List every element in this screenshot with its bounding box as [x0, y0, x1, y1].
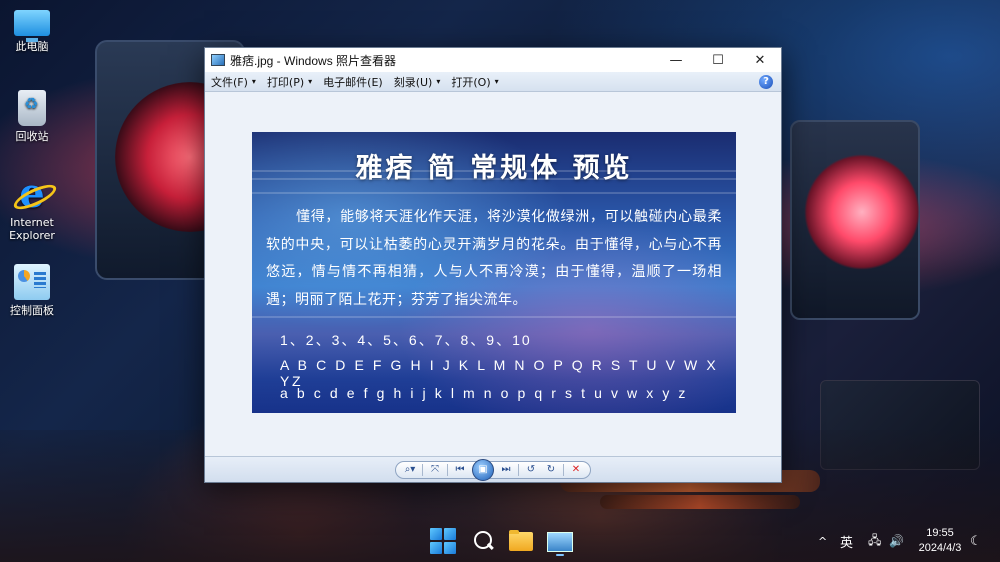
control-panel-icon: [14, 264, 50, 300]
taskbar: ^ 英 🖧 🔊 19:55 2024/4/3 ☾: [0, 520, 1000, 562]
minimize-button[interactable]: —: [655, 48, 697, 72]
chevron-down-icon: ▾: [436, 77, 441, 86]
recycle-bin-icon: [18, 90, 46, 126]
clock-time: 19:55: [926, 527, 954, 539]
help-icon[interactable]: ?: [759, 74, 773, 89]
menu-file[interactable]: 文件(F) ▾: [211, 74, 256, 90]
image-lowercase-text: a b c d e f g h i j k l m n o p q r s t …: [280, 385, 689, 401]
photo-viewer-taskbar-icon[interactable]: [546, 528, 573, 556]
windows-logo-tile: [430, 528, 442, 540]
close-button[interactable]: ✕: [739, 48, 781, 72]
toolbar-divider: [447, 463, 448, 476]
menu-label: 打开(O): [451, 75, 491, 89]
internet-explorer-icon: e: [14, 174, 50, 214]
previous-icon[interactable]: ⏮: [452, 464, 468, 475]
window-title: 雅痞.jpg - Windows 照片查看器: [230, 53, 397, 68]
show-hidden-icons-chevron-icon[interactable]: ^: [818, 520, 827, 562]
title-bar[interactable]: 雅痞.jpg - Windows 照片查看器 — ☐ ✕: [205, 48, 781, 72]
displayed-image: 雅痞 简 常规体 预览 懂得，能够将天涯化作天涯，将沙漠化做绿洲，可以触碰内心最…: [252, 132, 736, 413]
clock-date: 2024/4/3: [918, 542, 962, 554]
windows-logo-tile: [430, 542, 442, 554]
input-method-indicator[interactable]: 英: [840, 520, 853, 562]
notification-moon-icon[interactable]: ☾: [970, 520, 982, 562]
image-streak: [252, 316, 736, 318]
actual-size-icon[interactable]: ⤧: [427, 464, 443, 475]
menu-open[interactable]: 打开(O) ▾: [451, 74, 498, 90]
toolbar-divider: [563, 463, 564, 476]
desktop-icon-label: 控制面板: [10, 304, 54, 317]
menu-burn[interactable]: 刻录(U) ▾: [394, 74, 441, 90]
chevron-down-icon: ▾: [308, 77, 313, 86]
windows-logo-tile: [444, 542, 456, 554]
menu-email[interactable]: 电子邮件(E): [323, 74, 383, 90]
rotate-counterclockwise-icon[interactable]: ↺: [523, 464, 539, 475]
toolbar-divider: [518, 463, 519, 476]
delete-icon[interactable]: ✕: [568, 464, 584, 475]
menu-label: 电子邮件(E): [323, 75, 383, 89]
clock[interactable]: 19:55 2024/4/3: [912, 526, 968, 556]
start-button[interactable]: [430, 528, 456, 554]
desktop-icon-label: 回收站: [15, 130, 49, 143]
rotate-clockwise-icon[interactable]: ↻: [543, 464, 559, 475]
file-explorer-icon[interactable]: [508, 528, 534, 554]
search-icon[interactable]: [470, 528, 496, 554]
windows-logo-tile: [444, 528, 456, 540]
desktop-icon-recycle-bin[interactable]: 回收站: [0, 90, 64, 143]
zoom-icon[interactable]: ⌕▾: [402, 464, 418, 475]
menu-print[interactable]: 打印(P) ▾: [267, 74, 312, 90]
image-streak: [252, 192, 736, 194]
next-icon[interactable]: ⏭: [498, 464, 514, 475]
network-icon[interactable]: 🖧: [868, 520, 881, 562]
menu-label: 文件(F): [211, 75, 248, 89]
image-paragraph-text: 懂得，能够将天涯化作天涯，将沙漠化做绿洲，可以触碰内心最柔软的中央，可以让枯萎的…: [266, 209, 722, 308]
photo-viewer-window: 雅痞.jpg - Windows 照片查看器 — ☐ ✕ 文件(F) ▾ 打印(…: [204, 47, 782, 483]
computer-icon: [14, 10, 50, 42]
maximize-button[interactable]: ☐: [697, 48, 739, 72]
desktop-icon-internet-explorer[interactable]: e Internet Explorer: [0, 174, 64, 243]
toolbar-divider: [422, 463, 423, 476]
menu-label: 打印(P): [266, 75, 305, 89]
volume-icon[interactable]: 🔊: [889, 520, 904, 562]
menu-bar: 文件(F) ▾ 打印(P) ▾ 电子邮件(E) 刻录(U) ▾ 打开(O) ▾ …: [205, 72, 781, 92]
photo-viewer-icon: [211, 54, 225, 66]
desktop-icon-this-pc[interactable]: 此电脑: [0, 6, 64, 53]
toolbar-controls: ⌕▾ ⤧ ⏮ ▣ ⏭ ↺ ↻ ✕: [395, 458, 591, 481]
wallpaper-fan-right: [790, 120, 922, 320]
image-title-text: 雅痞 简 常规体 预览: [355, 153, 633, 184]
desktop-icon-label: Internet Explorer: [9, 216, 55, 242]
image-digits-text: 1、2、3、4、5、6、7、8、9、10: [280, 332, 532, 348]
menu-label: 刻录(U): [393, 75, 433, 89]
chevron-down-icon: ▾: [251, 77, 256, 86]
wallpaper-glow-rail: [600, 495, 800, 509]
image-viewport: 雅痞 简 常规体 预览 懂得，能够将天涯化作天涯，将沙漠化做绿洲，可以触碰内心最…: [205, 92, 781, 458]
slideshow-button[interactable]: ▣: [472, 458, 494, 481]
chevron-down-icon: ▾: [494, 77, 499, 86]
desktop-icon-control-panel[interactable]: 控制面板: [0, 264, 64, 317]
viewer-toolbar: ⌕▾ ⤧ ⏮ ▣ ⏭ ↺ ↻ ✕: [205, 456, 781, 482]
